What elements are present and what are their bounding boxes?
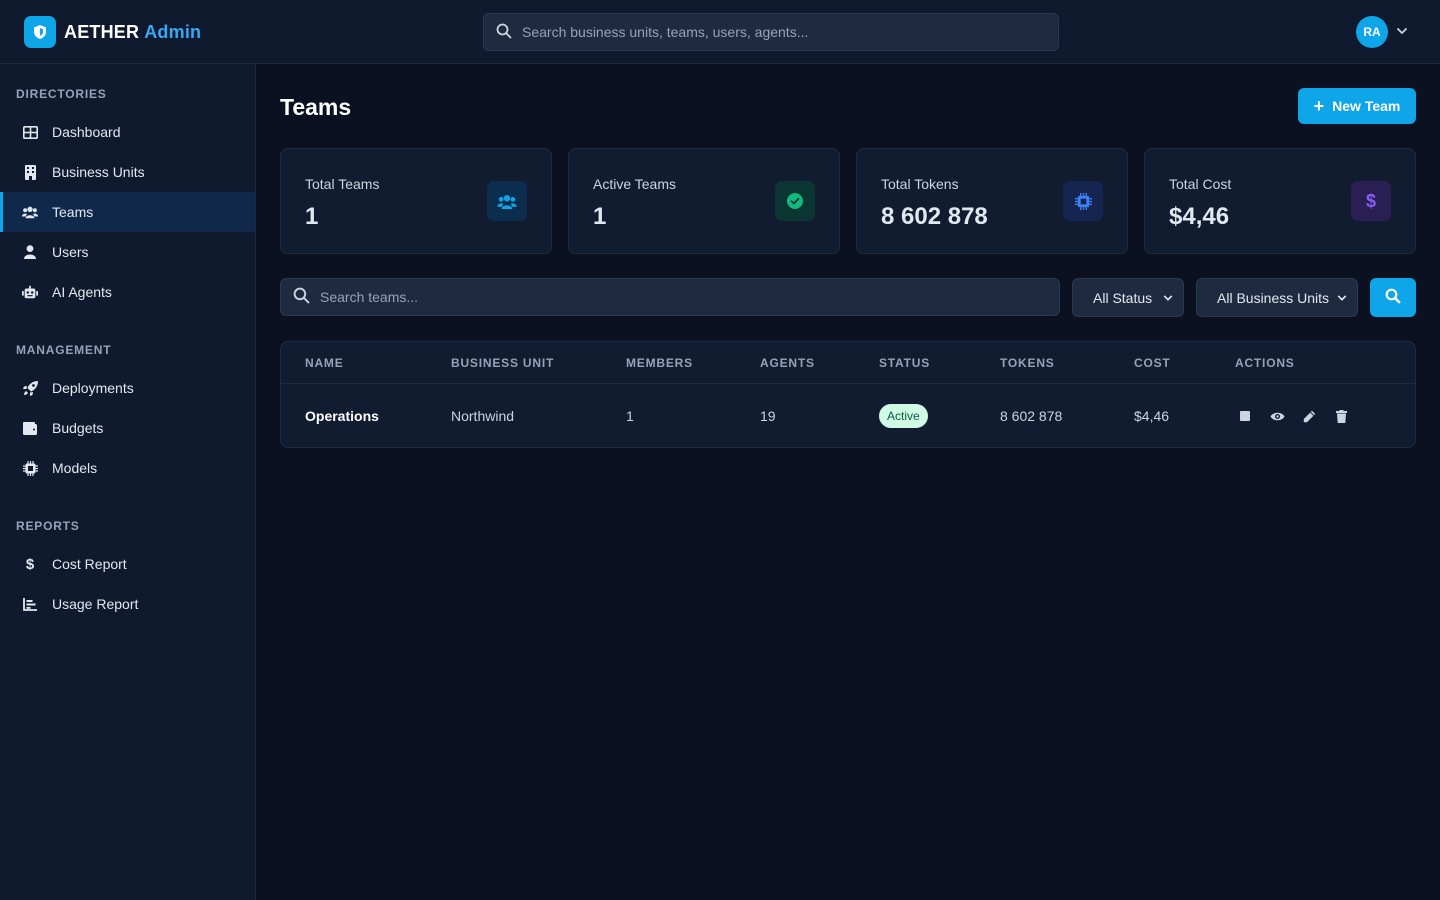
stat-label: Total Teams	[305, 176, 380, 192]
column-header-cost[interactable]: COST	[1134, 356, 1171, 370]
column-header-members[interactable]: MEMBERS	[626, 356, 693, 370]
chip-icon	[1063, 181, 1103, 221]
brand-accent: Admin	[144, 21, 202, 42]
table-divider	[281, 383, 1415, 384]
search-icon	[293, 287, 310, 307]
chevron-down-icon	[1337, 290, 1347, 306]
page-title: Teams	[280, 94, 352, 120]
sidebar-item-usage-report[interactable]: Usage Report	[0, 584, 255, 624]
team-cost: $4,46	[1134, 408, 1170, 424]
stat-value: 1	[593, 203, 607, 230]
global-search[interactable]	[483, 13, 1059, 51]
search-icon	[496, 23, 512, 42]
edit-icon[interactable]	[1301, 408, 1317, 424]
building-icon	[22, 164, 38, 180]
user-icon	[22, 244, 38, 260]
stop-icon[interactable]	[1237, 408, 1253, 424]
dollar-icon: $	[1351, 181, 1391, 221]
section-title-reports: REPORTS	[16, 519, 80, 533]
sidebar-item-label: Models	[52, 460, 98, 476]
check-circle-icon	[775, 181, 815, 221]
wallet-icon	[22, 420, 38, 436]
section-title-management: MANAGEMENT	[16, 343, 112, 357]
status-badge: Active	[879, 404, 928, 428]
sidebar-item-label: Budgets	[52, 420, 104, 436]
robot-icon	[22, 284, 38, 300]
trash-icon[interactable]	[1333, 408, 1349, 424]
chevron-down-icon	[1163, 290, 1173, 306]
global-search-input[interactable]	[522, 24, 1028, 40]
shield-icon	[24, 16, 56, 48]
stat-value: $4,46	[1169, 203, 1230, 230]
user-menu[interactable]: RA	[1356, 16, 1408, 48]
stat-value: 1	[305, 203, 319, 230]
team-business-unit: Northwind	[451, 408, 515, 424]
team-search[interactable]	[280, 278, 1060, 316]
column-header-agents[interactable]: AGENTS	[760, 356, 815, 370]
status-filter-value: All Status	[1093, 289, 1153, 306]
stat-card-total-teams: Total Teams 1	[280, 148, 552, 254]
plus-icon: +	[1313, 96, 1325, 116]
grid-icon	[22, 124, 38, 140]
business-unit-filter-select[interactable]: All Business Units	[1196, 278, 1358, 317]
team-search-input[interactable]	[320, 289, 1010, 305]
sidebar-item-users[interactable]: Users	[0, 232, 255, 272]
sidebar-item-label: Usage Report	[52, 596, 139, 612]
sidebar-item-label: Teams	[52, 204, 94, 220]
team-members: 1	[626, 408, 634, 424]
sidebar-item-cost-report[interactable]: $ Cost Report	[0, 544, 255, 584]
search-icon	[1385, 288, 1401, 307]
top-bar: AETHERAdmin RA	[0, 0, 1440, 64]
chip-icon	[22, 460, 38, 476]
team-agents: 19	[760, 408, 776, 424]
brand[interactable]: AETHER Admin	[24, 16, 201, 48]
stat-card-total-cost: Total Cost $4,46 $	[1144, 148, 1416, 254]
sidebar-item-label: Users	[52, 244, 89, 260]
sidebar-item-ai-agents[interactable]: AI Agents	[0, 272, 255, 312]
stat-card-total-tokens: Total Tokens 8 602 878	[856, 148, 1128, 254]
sidebar-item-label: Dashboard	[52, 124, 121, 140]
teams-table: NAME BUSINESS UNIT MEMBERS AGENTS STATUS…	[280, 341, 1416, 448]
sidebar-item-models[interactable]: Models	[0, 448, 255, 488]
stat-label: Total Cost	[1169, 176, 1232, 192]
sidebar: DIRECTORIES Dashboard Business Units Tea…	[0, 64, 256, 900]
sidebar-item-budgets[interactable]: Budgets	[0, 408, 255, 448]
stat-label: Total Tokens	[881, 176, 959, 192]
new-team-button[interactable]: + New Team	[1298, 88, 1416, 124]
column-header-actions: ACTIONS	[1235, 356, 1295, 370]
column-header-tokens[interactable]: TOKENS	[1000, 356, 1055, 370]
column-header-status[interactable]: STATUS	[879, 356, 930, 370]
column-header-name[interactable]: NAME	[305, 356, 344, 370]
sidebar-item-teams[interactable]: Teams	[0, 192, 255, 232]
stat-value: 8 602 878	[881, 203, 988, 230]
chevron-down-icon[interactable]	[1396, 24, 1408, 40]
users-icon	[487, 181, 527, 221]
avatar[interactable]: RA	[1356, 16, 1388, 48]
search-button[interactable]	[1370, 278, 1416, 317]
brand-name: AETHER	[64, 21, 140, 42]
bar-chart-icon	[22, 596, 38, 612]
sidebar-item-deployments[interactable]: Deployments	[0, 368, 255, 408]
sidebar-item-label: Deployments	[52, 380, 134, 396]
column-header-business-unit[interactable]: BUSINESS UNIT	[451, 356, 554, 370]
new-team-label: New Team	[1332, 98, 1401, 114]
section-title-directories: DIRECTORIES	[16, 87, 107, 101]
dollar-icon: $	[25, 555, 35, 573]
team-tokens: 8 602 878	[1000, 408, 1063, 424]
rocket-icon	[22, 380, 38, 396]
sidebar-item-label: Business Units	[52, 164, 145, 180]
users-icon	[22, 204, 38, 220]
sidebar-item-dashboard[interactable]: Dashboard	[0, 112, 255, 152]
status-filter-select[interactable]: All Status	[1072, 278, 1184, 317]
stat-label: Active Teams	[593, 176, 676, 192]
sidebar-item-business-units[interactable]: Business Units	[0, 152, 255, 192]
business-unit-filter-value: All Business Units	[1217, 289, 1330, 306]
team-name[interactable]: Operations	[305, 408, 379, 424]
sidebar-item-label: Cost Report	[52, 556, 127, 572]
stat-card-active-teams: Active Teams 1	[568, 148, 840, 254]
sidebar-item-label: AI Agents	[52, 284, 112, 300]
eye-icon[interactable]	[1269, 408, 1285, 424]
